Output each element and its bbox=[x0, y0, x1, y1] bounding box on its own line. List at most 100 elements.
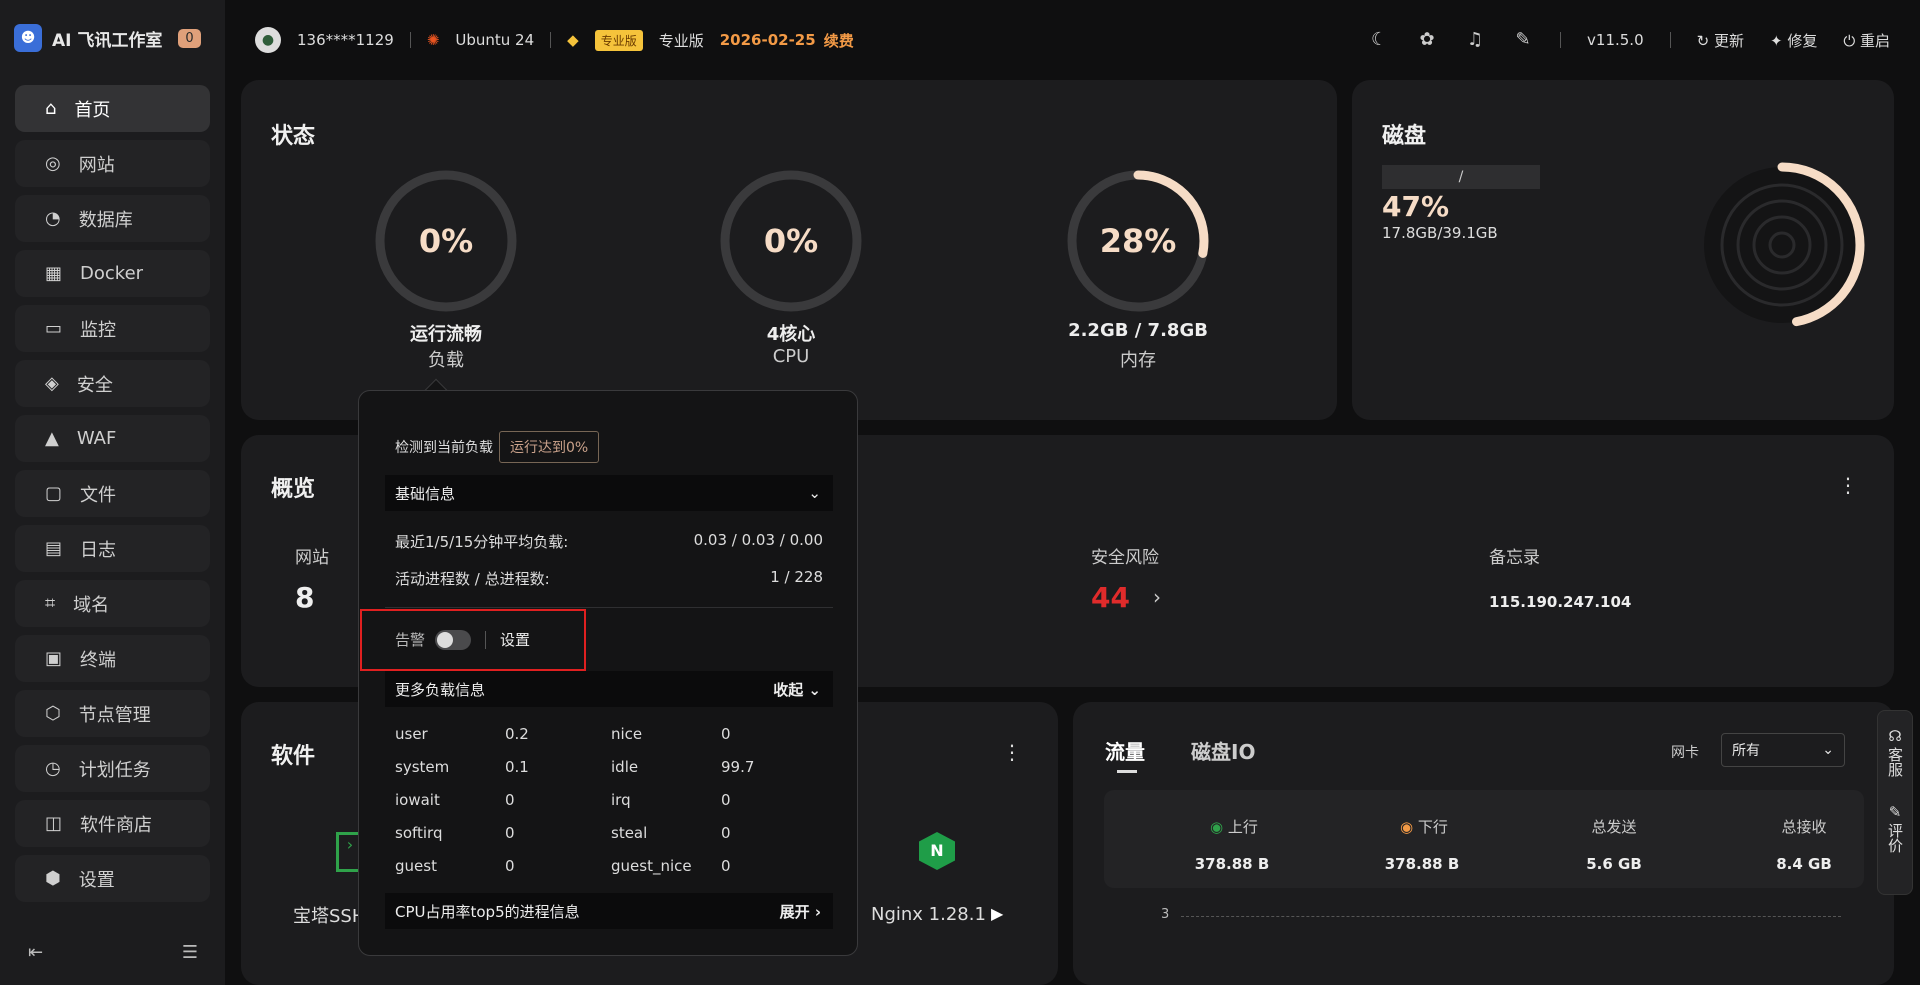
sidebar-item-database[interactable]: ◔ 数据库 bbox=[15, 195, 210, 242]
avg-load-label: 最近1/5/15分钟平均负载: bbox=[395, 533, 569, 551]
sidebar-item-label: 计划任务 bbox=[78, 759, 151, 781]
grid-cell: iowait bbox=[395, 790, 440, 809]
sidebar-item-store[interactable]: ◫ 软件商店 bbox=[15, 800, 210, 847]
disk-path[interactable]: / bbox=[1382, 165, 1540, 189]
headset-icon: ☊ bbox=[1888, 727, 1902, 745]
grid-cell: 0 bbox=[505, 856, 515, 875]
sidebar-item-security[interactable]: ◈ 安全 bbox=[15, 360, 210, 407]
memo-label: 备忘录 bbox=[1489, 548, 1540, 568]
sidebar-item-website[interactable]: ◎ 网站 bbox=[15, 140, 210, 187]
sidebar-item-home[interactable]: ⌂ 首页 bbox=[15, 85, 210, 132]
home-icon: ⌂ bbox=[45, 98, 57, 119]
moon-icon[interactable]: ☾ bbox=[1368, 29, 1390, 51]
chevron-down-icon: ⌄ bbox=[1822, 742, 1834, 758]
divider bbox=[1560, 32, 1562, 48]
username[interactable]: 136****1129 bbox=[297, 31, 394, 49]
sidebar-item-docker[interactable]: ▦ Docker bbox=[15, 250, 210, 297]
sidebar-item-monitor[interactable]: ▭ 监控 bbox=[15, 305, 210, 352]
topbar: ● 136****1129 ✺ Ubuntu 24 ◆ 专业版 专业版 2026… bbox=[225, 0, 1920, 80]
website-count[interactable]: 8 bbox=[295, 581, 314, 614]
ubuntu-icon: ✺ bbox=[426, 31, 440, 49]
renew-link[interactable]: 续费 bbox=[824, 30, 854, 51]
database-icon: ◔ bbox=[45, 208, 61, 229]
nginx-icon: N bbox=[919, 832, 955, 870]
upload-dot-icon: ◉ bbox=[1210, 818, 1224, 836]
risk-count[interactable]: 44 bbox=[1091, 581, 1130, 614]
pro-label: 专业版 bbox=[658, 31, 704, 50]
sidebar-item-waf[interactable]: ▲ WAF bbox=[15, 415, 210, 462]
expand-toggle[interactable]: 展开 › bbox=[780, 901, 821, 922]
palette-icon[interactable]: ✿ bbox=[1416, 29, 1438, 51]
restart-button[interactable]: ⏻ 重启 bbox=[1843, 30, 1890, 51]
software-title: 软件 bbox=[271, 744, 316, 769]
more-icon[interactable]: ⋮ bbox=[1002, 740, 1022, 764]
avatar[interactable]: ● bbox=[255, 27, 281, 53]
total-recv-label: 总接收 bbox=[1781, 818, 1827, 836]
software-item-nginx[interactable]: Nginx 1.28.1 bbox=[871, 904, 986, 925]
tab-disk-io[interactable]: 磁盘IO bbox=[1191, 736, 1255, 765]
notification-count[interactable]: 0 bbox=[178, 28, 201, 48]
version[interactable]: v11.5.0 bbox=[1587, 31, 1644, 49]
grid-row: system 0.1 idle 99.7 bbox=[395, 750, 815, 783]
risk-arrow-icon[interactable]: › bbox=[1153, 585, 1161, 609]
disk-percent: 47% bbox=[1382, 190, 1450, 223]
sidebar-item-label: 首页 bbox=[74, 99, 111, 121]
review-button[interactable]: ✎ 评价 bbox=[1878, 803, 1912, 853]
update-label: 更新 bbox=[1713, 31, 1744, 50]
status-title: 状态 bbox=[271, 124, 316, 149]
logo[interactable]: ☻ AI 飞讯工作室 0 bbox=[14, 24, 201, 52]
software-item-ssh[interactable]: 宝塔SSH bbox=[293, 902, 365, 928]
memory-label: 2.2GB / 7.8GB bbox=[1068, 320, 1208, 341]
sidebar-item-label: 节点管理 bbox=[78, 704, 151, 726]
sidebar-item-nodes[interactable]: ⬡ 节点管理 bbox=[15, 690, 210, 737]
memo-value[interactable]: 115.190.247.104 bbox=[1489, 593, 1631, 611]
sidebar-item-label: 设置 bbox=[78, 869, 115, 891]
sidebar-item-settings[interactable]: ⬢ 设置 bbox=[15, 855, 210, 902]
grid-cell: system bbox=[395, 757, 450, 776]
nic-select[interactable]: 所有 ⌄ bbox=[1721, 733, 1845, 767]
grid-row: user 0.2 nice 0 bbox=[395, 717, 815, 750]
support-button[interactable]: ☊ 客服 bbox=[1878, 727, 1912, 777]
sidebar-item-label: 文件 bbox=[80, 484, 117, 506]
process-row: 活动进程数 / 总进程数: 1 / 228 bbox=[395, 568, 823, 589]
nav: ⌂ 首页 ◎ 网站 ◔ 数据库 ▦ Docker ▭ 监控 ◈ 安全 ▲ WAF ▢ 文件 ▤ 日… bbox=[15, 85, 210, 910]
download-value: 378.88 B bbox=[1384, 855, 1460, 873]
basic-info-bar[interactable]: 基础信息 ⌄ bbox=[385, 475, 833, 511]
sidebar-item-domain[interactable]: ⌗ 域名 bbox=[15, 580, 210, 627]
sidebar-item-cron[interactable]: ◷ 计划任务 bbox=[15, 745, 210, 792]
more-load-bar[interactable]: 更多负载信息 收起 ⌄ bbox=[385, 671, 833, 707]
process-value: 1 / 228 bbox=[770, 568, 823, 586]
download-label-text: 下行 bbox=[1417, 818, 1448, 836]
sidebar-item-terminal[interactable]: ▣ 终端 bbox=[15, 635, 210, 682]
review-label: 评价 bbox=[1886, 823, 1904, 853]
pro-tag: 专业版 bbox=[594, 29, 643, 51]
sidebar-item-files[interactable]: ▢ 文件 bbox=[15, 470, 210, 517]
disk-gauge[interactable] bbox=[1697, 160, 1867, 330]
grid-cell: 0 bbox=[721, 823, 731, 842]
collapse-toggle[interactable]: 收起 ⌄ bbox=[773, 679, 821, 700]
more-icon[interactable]: ⋮ bbox=[1838, 473, 1858, 497]
play-icon[interactable]: ▶ bbox=[991, 904, 1003, 923]
repair-button[interactable]: ✦ 修复 bbox=[1770, 30, 1817, 51]
sidebar-item-logs[interactable]: ▤ 日志 bbox=[15, 525, 210, 572]
docker-icon: ▦ bbox=[45, 263, 63, 284]
collapse-sidebar-icon[interactable]: ⇤ bbox=[28, 942, 43, 963]
tab-traffic[interactable]: 流量 bbox=[1105, 736, 1145, 765]
grid-cell: user bbox=[395, 724, 428, 743]
grid-cell: 0 bbox=[721, 790, 731, 809]
chart-gridline bbox=[1181, 916, 1841, 917]
grid-cell: 0 bbox=[505, 823, 515, 842]
top5-bar[interactable]: CPU占用率top5的进程信息 展开 › bbox=[385, 893, 833, 929]
chevron-down-icon: ⌄ bbox=[808, 484, 821, 502]
grid-row: guest 0 guest_nice 0 bbox=[395, 849, 815, 882]
divider bbox=[385, 607, 833, 608]
os-label: Ubuntu 24 bbox=[455, 31, 535, 49]
chart-axis-label: 3 bbox=[1161, 907, 1170, 922]
top5-label: CPU占用率top5的进程信息 bbox=[395, 902, 580, 921]
menu-icon[interactable]: ☰ bbox=[182, 942, 198, 963]
sidebar-item-label: 监控 bbox=[80, 319, 117, 341]
note-icon[interactable]: ✎ bbox=[1512, 29, 1534, 51]
expand-label: 展开 bbox=[779, 902, 810, 921]
update-button[interactable]: ↻ 更新 bbox=[1697, 30, 1744, 51]
bell-icon[interactable]: ♫ bbox=[1464, 29, 1486, 51]
